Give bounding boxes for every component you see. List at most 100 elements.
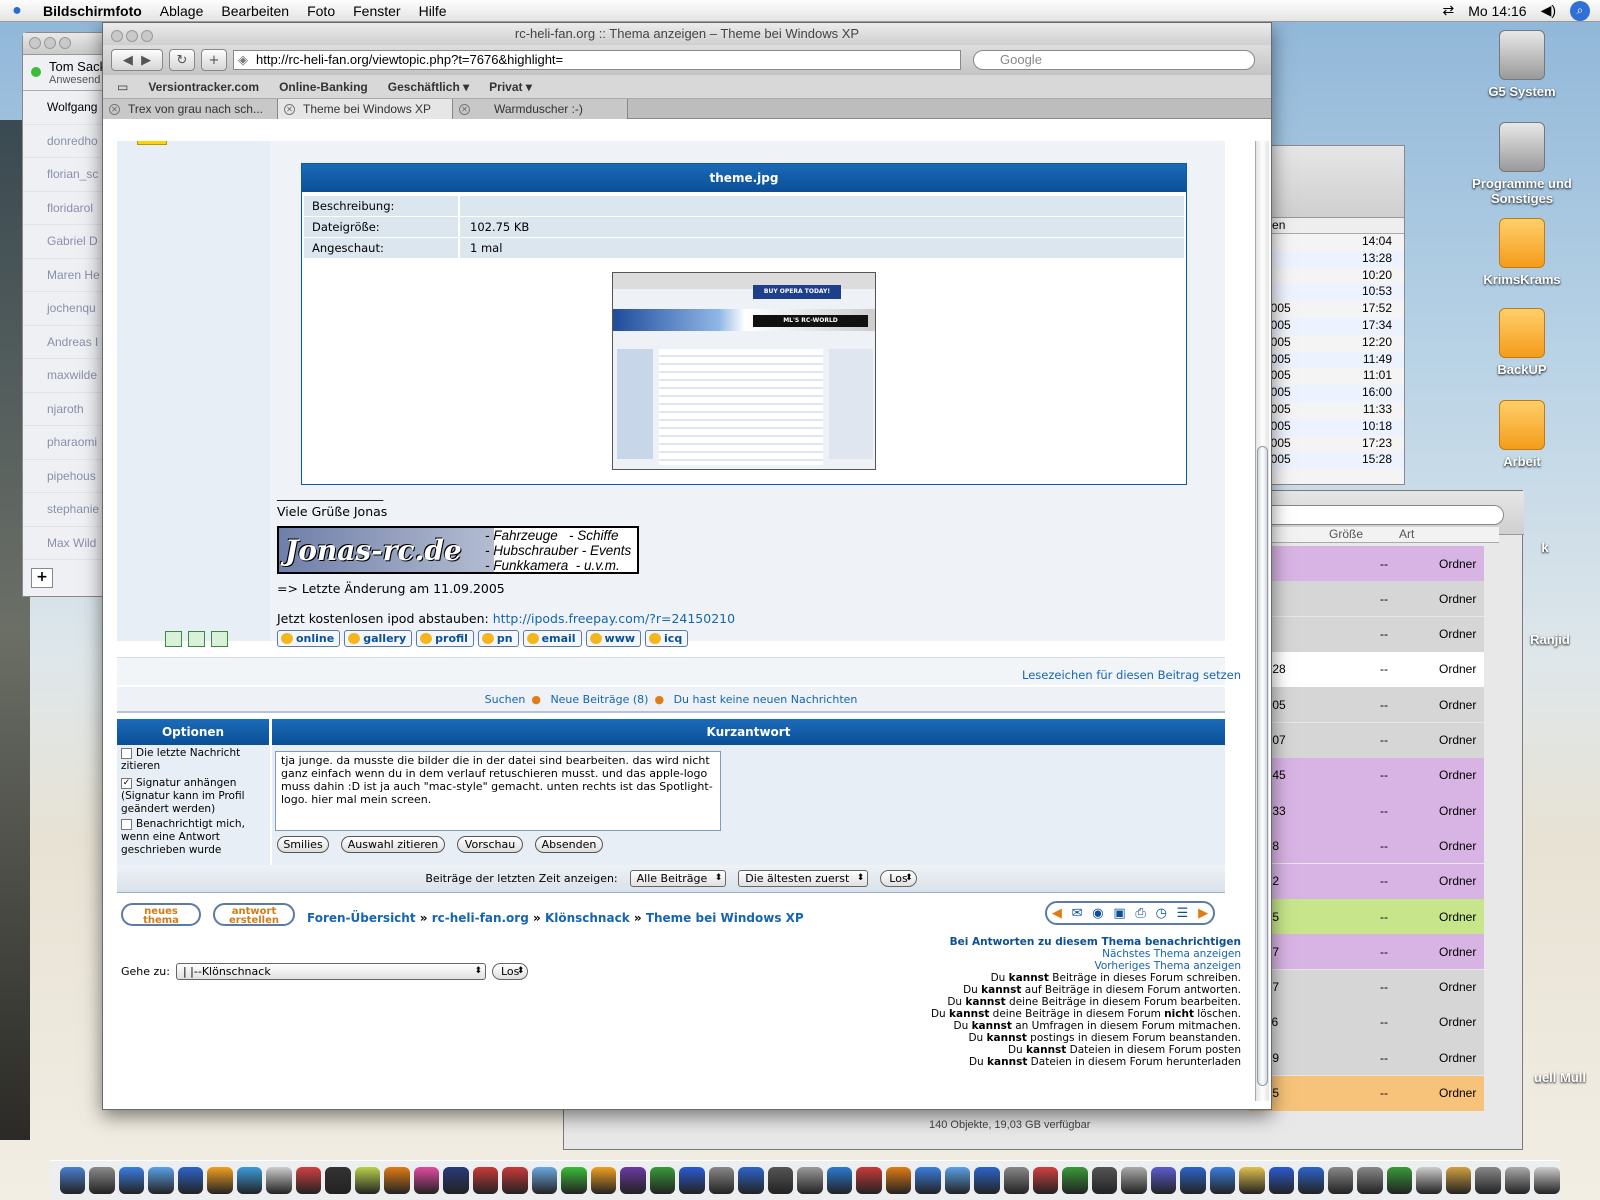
dock-app-icon[interactable]: [944, 1167, 971, 1194]
dock-app-icon[interactable]: [797, 1167, 823, 1194]
zoom-icon[interactable]: [59, 37, 71, 49]
column-header-kind[interactable]: Art: [1399, 527, 1414, 541]
close-tab-icon[interactable]: ✕: [284, 103, 295, 115]
signature-checkbox[interactable]: ✓: [121, 777, 132, 789]
dock-app-icon[interactable]: [620, 1167, 646, 1194]
folder-row[interactable]: -- Ordner: [1249, 581, 1484, 617]
dock-app-icon[interactable]: [60, 1167, 86, 1194]
dock-app-icon[interactable]: [236, 1167, 263, 1194]
folder-row[interactable]: , 18:07--Ordner: [1249, 722, 1484, 758]
messages-link[interactable]: Du hast keine neuen Nachrichten: [674, 693, 858, 706]
dock-app-icon[interactable]: [1386, 1167, 1413, 1194]
dock-app-icon[interactable]: [679, 1167, 705, 1194]
menu-bearbeiten[interactable]: Bearbeiten: [212, 3, 298, 19]
dock-app-icon[interactable]: [708, 1167, 735, 1194]
filter-order-select[interactable]: Die ältesten zuerst: [738, 870, 869, 887]
desktop-icon-arbeit[interactable]: Arbeit: [1462, 400, 1582, 469]
next-arrow-icon[interactable]: ▶: [1198, 906, 1208, 921]
folder-row[interactable]: 15:48--Ordner: [1249, 828, 1484, 864]
breadcrumb-forum[interactable]: Klönschnack: [545, 911, 630, 925]
email-button[interactable]: email: [522, 629, 582, 647]
online-button[interactable]: online: [277, 629, 341, 647]
dock-app-icon[interactable]: [207, 1167, 233, 1194]
menu-foto[interactable]: Foto: [298, 3, 344, 19]
clock-icon[interactable]: ◷: [1156, 906, 1167, 921]
page-scrollbar[interactable]: [1255, 141, 1269, 1101]
dock-app-icon[interactable]: [1032, 1167, 1059, 1194]
dock-app-icon[interactable]: [1150, 1167, 1177, 1194]
gallery-button[interactable]: gallery: [344, 629, 413, 647]
quote-checkbox[interactable]: [121, 747, 132, 759]
folder-row[interactable]: 17:09--Ordner: [1249, 1040, 1484, 1076]
bookmarks-book-icon[interactable]: ▭: [117, 80, 128, 94]
forward-icon[interactable]: ▶: [141, 53, 151, 68]
dock-app-icon[interactable]: [1209, 1167, 1236, 1194]
desktop-icon-backup[interactable]: BackUP: [1462, 308, 1582, 377]
signature-banner[interactable]: Jonas-rc.de - Fahrzeuge - Schiffe - Hubs…: [277, 526, 639, 574]
menu-ablage[interactable]: Ablage: [151, 3, 213, 19]
folder-row[interactable]: , 15:33--Ordner: [1249, 793, 1484, 829]
dock-app-icon[interactable]: [1121, 1167, 1147, 1194]
dock-app-icon[interactable]: [1062, 1167, 1088, 1194]
folder-row[interactable]: -- Ordner: [1249, 546, 1484, 581]
folder-row[interactable]: 10:32--Ordner: [1249, 863, 1484, 899]
reload-button[interactable]: ↻: [169, 49, 195, 71]
dock-app-icon[interactable]: [767, 1167, 794, 1194]
back-forward-button[interactable]: ◀ ▶: [111, 49, 163, 71]
notify-topic-link[interactable]: Bei Antworten zu diesem Thema benachrich…: [931, 936, 1241, 948]
minimize-icon[interactable]: [44, 37, 56, 49]
folder-row[interactable]: , 12:05--Ordner: [1249, 687, 1484, 723]
reply-textarea[interactable]: tja junge. da musste die bilder die in d…: [275, 751, 721, 831]
dock-app-icon[interactable]: [974, 1167, 1000, 1194]
mail-icon[interactable]: ✉: [1072, 906, 1083, 921]
folder-row[interactable]: , 15:28--Ordner: [1249, 651, 1484, 687]
dock-app-icon[interactable]: [118, 1167, 145, 1194]
desktop-icon-krimskrams[interactable]: KrimsKrams: [1462, 218, 1582, 287]
breadcrumb-topic[interactable]: Theme bei Windows XP: [646, 911, 804, 925]
dock-app-icon[interactable]: [826, 1167, 853, 1194]
dock-app-icon[interactable]: [531, 1167, 558, 1194]
folder-row[interactable]: , 16:45--Ordner: [1249, 757, 1484, 793]
save-icon[interactable]: ▣: [1113, 906, 1125, 921]
bookmark-versiontracker[interactable]: Versiontracker.com: [148, 80, 259, 94]
dock-app-icon[interactable]: [649, 1167, 676, 1194]
jump-to-select[interactable]: | |--Klönschnack: [175, 963, 486, 980]
close-tab-icon[interactable]: ✕: [459, 103, 470, 115]
desktop-icon-g5-system[interactable]: G5 System: [1462, 30, 1582, 99]
submit-button[interactable]: Absenden: [535, 836, 603, 853]
bookmark-privat[interactable]: Privat ▾: [489, 80, 532, 94]
prev-arrow-icon[interactable]: ◀: [1052, 906, 1062, 921]
watch-icon[interactable]: ◉: [1092, 906, 1103, 921]
smilies-button[interactable]: Smilies: [277, 836, 329, 853]
dock-app-icon[interactable]: [1504, 1167, 1531, 1194]
google-search-field[interactable]: Google: [973, 50, 1255, 70]
dock-app-icon[interactable]: [1180, 1167, 1206, 1194]
search-link[interactable]: Suchen: [485, 693, 526, 706]
dock-app-icon[interactable]: [177, 1167, 204, 1194]
menu-hilfe[interactable]: Hilfe: [410, 3, 456, 19]
menu-clock[interactable]: Mo 14:16: [1468, 3, 1526, 19]
tab-warmduscher[interactable]: ✕ Warmduscher :-): [453, 99, 628, 119]
sync-icon[interactable]: ⇄: [1442, 2, 1454, 19]
close-tab-icon[interactable]: ✕: [109, 103, 120, 115]
close-icon[interactable]: [29, 37, 41, 49]
dock-app-icon[interactable]: [266, 1167, 292, 1194]
folder-row[interactable]: 16:45--Ordner: [1249, 899, 1484, 934]
column-header-size[interactable]: Größe: [1329, 527, 1363, 541]
scroll-thumb[interactable]: [1257, 446, 1268, 1086]
dock-app-icon[interactable]: [1239, 1167, 1265, 1194]
folder-row[interactable]: 17:27--Ordner: [1249, 969, 1484, 1005]
dock-app-icon[interactable]: [561, 1167, 587, 1194]
ipod-link[interactable]: http://ipods.freepay.com/?r=24150210: [493, 611, 735, 626]
folder-row[interactable]: 12:17--Ordner: [1249, 934, 1484, 970]
bookmark-geschaeftlich[interactable]: Geschäftlich ▾: [388, 80, 469, 94]
icq-button[interactable]: icq: [645, 629, 689, 647]
list-icon[interactable]: ☰: [1177, 906, 1189, 921]
tab-trex[interactable]: ✕ Trex von grau nach sch...: [103, 99, 278, 119]
dock-app-icon[interactable]: [590, 1167, 617, 1194]
dock-app-icon[interactable]: [1268, 1167, 1295, 1194]
dock-app-icon[interactable]: [1091, 1167, 1118, 1194]
dock-app-icon[interactable]: [856, 1167, 882, 1194]
dock-app-icon[interactable]: [1416, 1167, 1442, 1194]
dock-app-icon[interactable]: [325, 1167, 351, 1194]
